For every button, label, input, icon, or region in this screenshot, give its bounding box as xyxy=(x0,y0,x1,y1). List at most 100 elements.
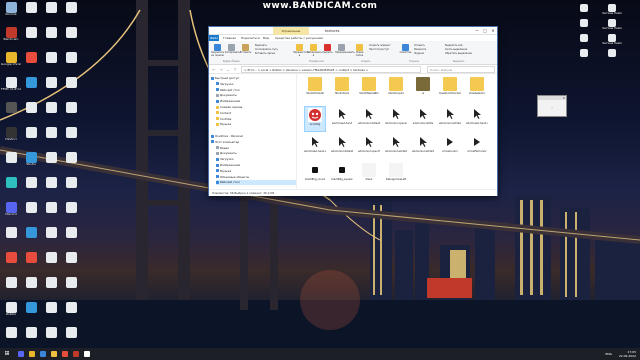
desktop-icon[interactable] xyxy=(21,227,41,249)
file-item[interactable]: advCursor-openHand xyxy=(358,134,380,160)
desktop-icon[interactable] xyxy=(21,177,41,199)
desktop-icon[interactable] xyxy=(1,252,21,274)
title-bar[interactable]: Управление textures — □ ✕ xyxy=(209,27,497,35)
desktop-icon[interactable] xyxy=(61,177,81,199)
cut-action[interactable]: Вырезать xyxy=(255,44,267,47)
nav-item[interactable]: YouTube xyxy=(216,117,296,122)
desktop-icon[interactable] xyxy=(21,327,41,349)
clock[interactable]: 17:05 22.09.2022 xyxy=(619,348,636,360)
taskbar-app-button[interactable] xyxy=(49,349,58,359)
copy-path-action[interactable]: Скопировать путь xyxy=(255,48,278,51)
desktop-icon[interactable] xyxy=(61,102,81,124)
nav-item[interactable]: Документы xyxy=(216,151,296,156)
maximize-button[interactable]: □ xyxy=(481,27,489,35)
file-item[interactable]: advCursor-white2 xyxy=(439,106,461,132)
desktop-icon[interactable] xyxy=(61,277,81,299)
file-item[interactable]: blackBkg_square xyxy=(331,162,353,188)
desktop-icon[interactable] xyxy=(21,277,41,299)
desktop-icon[interactable] xyxy=(21,202,41,224)
nav-item[interactable]: Рабочий стол xyxy=(216,88,296,93)
desktop-icon[interactable]: Discord xyxy=(1,202,21,224)
start-button[interactable]: ⊞ xyxy=(3,350,11,358)
file-item[interactable]: ArrowCursor xyxy=(439,134,461,160)
nav-item[interactable]: Рабочий стол xyxy=(216,180,296,186)
desktop-icon[interactable] xyxy=(21,52,41,74)
small-popup-window[interactable]: ✕ ... xyxy=(537,95,567,117)
taskbar-app-button[interactable] xyxy=(82,349,91,359)
nav-item[interactable]: Музыка xyxy=(216,169,296,174)
desktop-icon[interactable] xyxy=(1,177,21,199)
nav-item[interactable]: Видео xyxy=(216,146,296,151)
desktop-icon[interactable] xyxy=(1,277,21,299)
desktop-icon[interactable] xyxy=(41,302,61,324)
desktop-icon[interactable] xyxy=(1,227,21,249)
desktop-icon[interactable] xyxy=(41,102,61,124)
select-all-action[interactable]: Выделить всё xyxy=(445,44,463,47)
recent-chevron-icon[interactable]: ⌄ xyxy=(225,66,231,73)
paste-shortcut-action[interactable]: Вставить ярлык xyxy=(255,52,275,55)
nav-item[interactable]: Загрузки xyxy=(216,82,296,87)
desktop-icon[interactable] xyxy=(61,2,81,24)
nav-item[interactable]: Content xyxy=(216,111,296,116)
desktop-icon[interactable] xyxy=(61,77,81,99)
desktop-icon[interactable] xyxy=(61,127,81,149)
desktop-icon[interactable] xyxy=(61,202,81,224)
desktop-icon[interactable] xyxy=(61,227,81,249)
file-item[interactable]: advCursor-white xyxy=(412,106,434,132)
desktop-icon[interactable] xyxy=(21,102,41,124)
edit-action[interactable]: Изменить xyxy=(414,48,426,51)
nav-item[interactable]: Загрузки xyxy=(216,157,296,162)
close-button[interactable]: ✕ xyxy=(489,27,497,35)
taskbar-app-button[interactable] xyxy=(71,349,80,359)
file-item[interactable]: advCursor-default xyxy=(358,106,380,132)
folder-item[interactable]: StudioTools xyxy=(331,76,353,102)
desktop-icon[interactable] xyxy=(41,202,61,224)
taskbar-app-button[interactable] xyxy=(16,349,25,359)
desktop-icon[interactable] xyxy=(61,152,81,174)
desktop-icon[interactable] xyxy=(61,252,81,274)
context-tab-manage[interactable]: Управление xyxy=(273,27,309,35)
open-action[interactable]: Открыть xyxy=(414,44,425,47)
taskbar-app-button[interactable] xyxy=(38,349,47,359)
desktop-icon[interactable] xyxy=(1,102,21,124)
file-item[interactable]: advCursor-default xyxy=(331,134,353,160)
desktop-icon[interactable]: Bandicam xyxy=(1,27,21,49)
new-item-action[interactable]: Создать элемент xyxy=(369,44,391,47)
desktop-icon[interactable] xyxy=(21,2,41,24)
minimize-button[interactable]: — xyxy=(473,27,481,35)
easy-access-action[interactable]: Простой доступ xyxy=(369,48,389,51)
desktop-icon[interactable] xyxy=(41,227,61,249)
taskbar-app-button[interactable] xyxy=(60,349,69,359)
desktop-icon[interactable] xyxy=(21,127,41,149)
invert-selection-action[interactable]: Обратить выделение xyxy=(445,52,472,55)
desktop-icon-right[interactable] xyxy=(574,49,594,71)
file-item[interactable]: advCursor-openedHand xyxy=(385,106,407,132)
move-to-button[interactable]: Переместить в xyxy=(293,43,310,63)
folder-item[interactable]: StudioLiquid xyxy=(385,76,407,102)
file-item[interactable]: advCursor-white2 xyxy=(385,134,407,160)
folder-item[interactable]: StudioNameBtn xyxy=(358,76,380,102)
desktop-icon[interactable] xyxy=(21,302,41,324)
desktop-icon-right[interactable] xyxy=(602,49,622,71)
desktop-icon[interactable] xyxy=(61,27,81,49)
desktop-icon[interactable] xyxy=(41,2,61,24)
desktop-icon[interactable] xyxy=(41,27,61,49)
nav-item[interactable]: Документы xyxy=(216,93,296,98)
up-arrow-icon[interactable]: ↑ xyxy=(232,66,238,73)
desktop-icon[interactable] xyxy=(41,152,61,174)
desktop-icon[interactable] xyxy=(41,77,61,99)
file-item[interactable]: blackBkg_round xyxy=(304,162,326,188)
desktop-icon[interactable]: FFMC CLIP CAMERA xyxy=(1,77,21,99)
desktop-icon[interactable] xyxy=(41,327,61,349)
desktop-icon[interactable] xyxy=(41,277,61,299)
forward-arrow-icon[interactable]: → xyxy=(218,66,224,73)
folder-item[interactable]: ui xyxy=(412,76,434,102)
search-input[interactable]: Поиск: textures xyxy=(427,66,495,73)
paste-button[interactable]: Вставить xyxy=(239,43,252,63)
file-item[interactable]: DebugArrowLeft xyxy=(385,162,407,188)
desktop-icon[interactable]: DaVinci xyxy=(1,127,21,149)
desktop-icon[interactable]: Google Chrome xyxy=(1,52,21,74)
desktop-icon[interactable] xyxy=(61,327,81,349)
desktop-icon[interactable] xyxy=(21,27,41,49)
desktop-icon[interactable]: Roblox xyxy=(1,302,21,324)
